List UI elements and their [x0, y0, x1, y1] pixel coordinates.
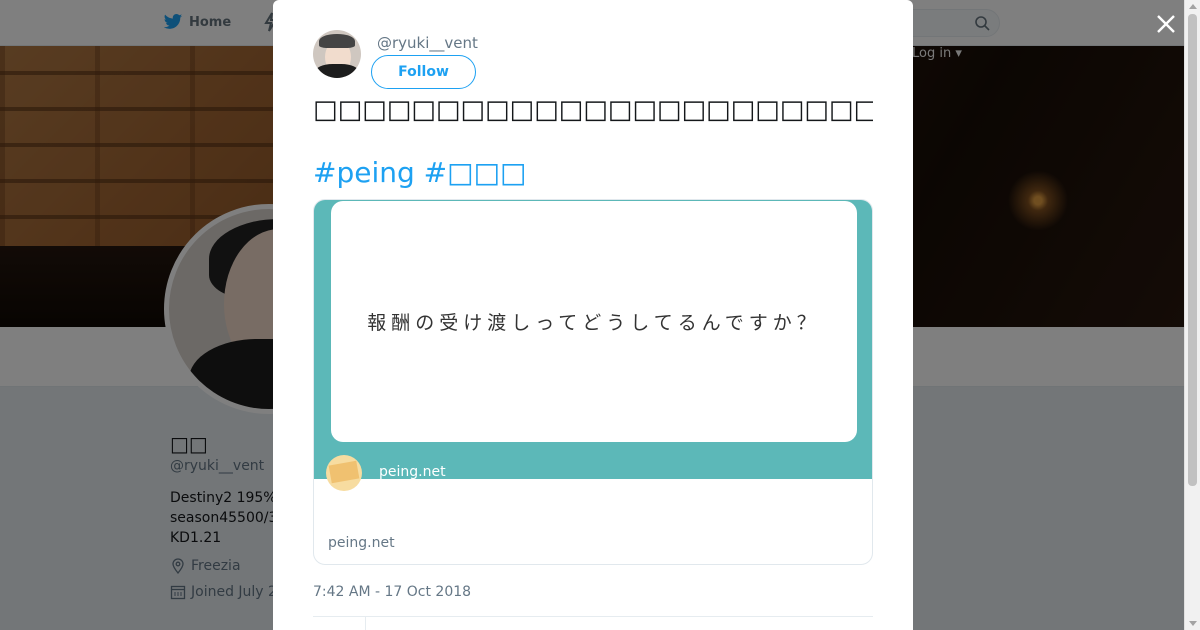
close-button[interactable] [1155, 13, 1177, 35]
tweet-hashtags: #peing #□□□ [313, 155, 527, 191]
tweet-modal: @ryuki__vent Follow □□□□□□□□□□□□□□□□□□□□… [273, 0, 913, 630]
tweet-author-avatar[interactable] [313, 30, 361, 78]
close-icon [1157, 15, 1175, 33]
peing-logo-icon [326, 455, 362, 491]
scrollbar[interactable] [1184, 0, 1200, 630]
tweet-text: □□□□□□□□□□□□□□□□□□□□□□□□□□□□□□□□□□□□□□□□ [313, 95, 873, 125]
card-question-panel: 報酬の受け渡しってどうしてるんですか？ [331, 201, 857, 442]
hashtag-peing[interactable]: #peing [313, 156, 415, 189]
scroll-thumb[interactable] [1188, 14, 1197, 486]
card-image: 報酬の受け渡しってどうしてるんですか？ peing.net [314, 200, 872, 491]
card-question-text: 報酬の受け渡しってどうしてるんですか？ [367, 312, 821, 334]
card-image-site-label: peing.net [379, 464, 446, 480]
hashtag-second[interactable]: #□□□ [424, 156, 527, 189]
link-preview-card[interactable]: 報酬の受け渡しってどうしてるんですか？ peing.net peing.net [313, 199, 873, 565]
stats-column-divider [365, 616, 366, 630]
tweet-avatar-cap [319, 34, 355, 48]
scroll-up-arrow-icon[interactable] [1189, 4, 1197, 9]
stats-divider [313, 616, 873, 617]
tweet-author-handle[interactable]: @ryuki__vent [377, 34, 478, 52]
follow-button[interactable]: Follow [371, 55, 476, 89]
tweet-avatar-body [315, 64, 359, 78]
card-domain: peing.net [328, 535, 395, 551]
tweet-timestamp[interactable]: 7:42 AM - 17 Oct 2018 [313, 584, 471, 600]
scroll-down-arrow-icon[interactable] [1189, 621, 1197, 626]
